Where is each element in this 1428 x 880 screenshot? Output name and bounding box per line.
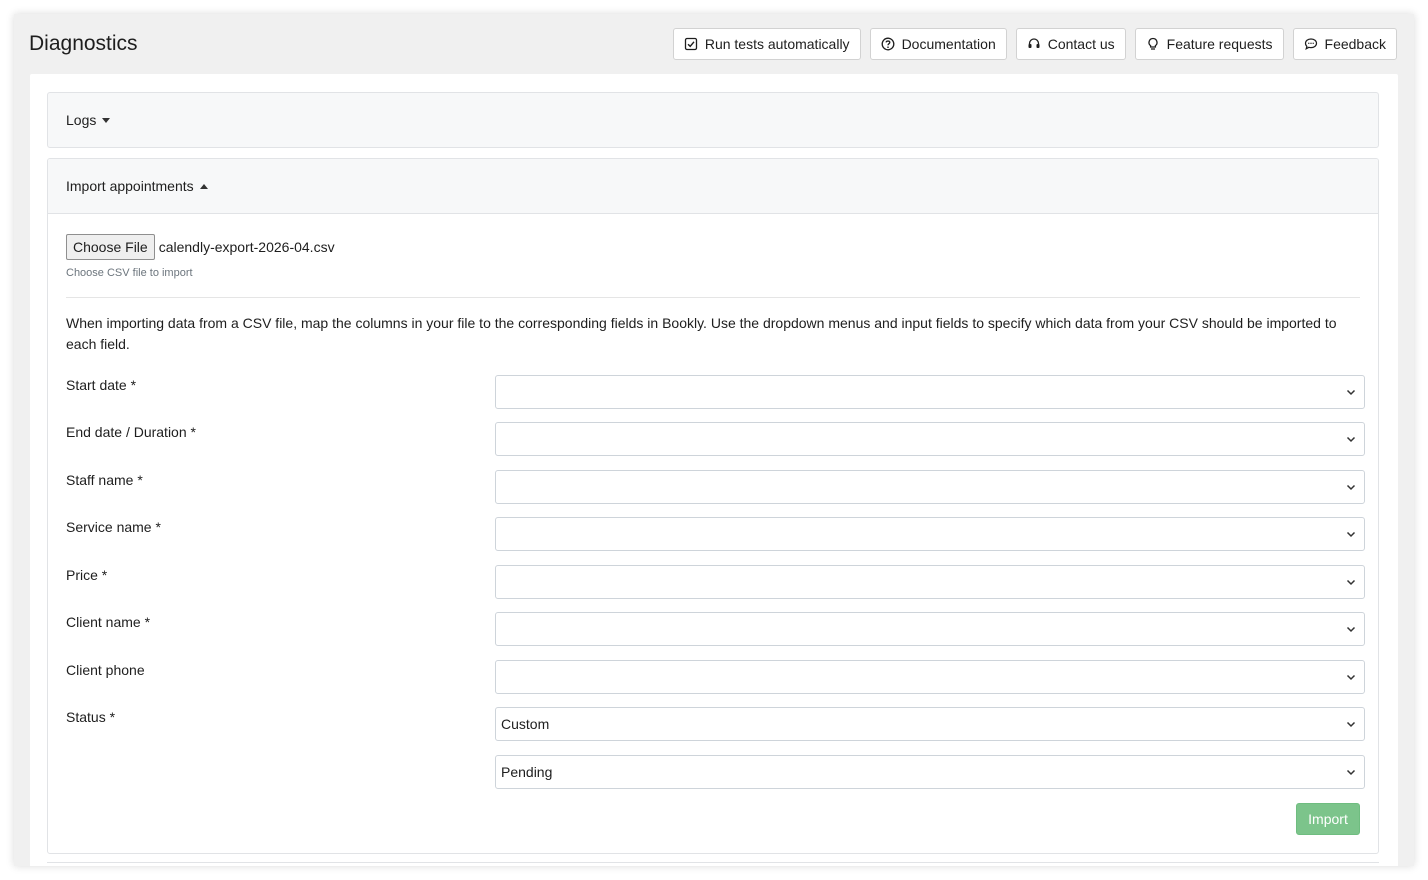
documentation-label: Documentation xyxy=(901,36,996,52)
chevron-down-icon xyxy=(1346,769,1356,776)
contact-us-button[interactable]: Contact us xyxy=(1015,28,1126,60)
end-date-label: End date / Duration * xyxy=(66,424,196,440)
run-tests-button[interactable]: Run tests automatically xyxy=(672,28,861,60)
caret-down-icon xyxy=(102,117,111,123)
main-content: Logs Import appointments Choose File cal… xyxy=(30,74,1398,866)
question-circle-icon xyxy=(881,37,895,51)
import-description: When importing data from a CSV file, map… xyxy=(66,315,1337,352)
client-phone-select[interactable] xyxy=(495,660,1365,694)
lightbulb-icon xyxy=(1148,37,1158,50)
selected-file-name: calendly-export-2026-04.csv xyxy=(158,239,335,255)
status-custom-value: Pending xyxy=(501,764,553,780)
feature-requests-button[interactable]: Feature requests xyxy=(1134,28,1284,60)
feedback-button[interactable]: Feedback xyxy=(1292,28,1397,60)
chevron-down-icon xyxy=(1346,531,1356,538)
run-tests-label: Run tests automatically xyxy=(704,36,850,52)
service-name-select[interactable] xyxy=(495,517,1365,551)
status-custom-select[interactable]: Pending xyxy=(495,755,1365,789)
chevron-down-icon xyxy=(1346,674,1356,681)
documentation-button[interactable]: Documentation xyxy=(869,28,1007,60)
import-panel-toggle[interactable]: Import appointments xyxy=(48,159,1378,214)
page-title: Diagnostics xyxy=(29,32,138,55)
staff-name-select[interactable] xyxy=(495,470,1365,504)
import-appointments-panel: Import appointments Choose File calendly… xyxy=(47,158,1379,854)
service-name-label: Service name * xyxy=(66,519,161,535)
price-label: Price * xyxy=(66,567,108,583)
next-panel-edge xyxy=(47,862,1379,863)
start-date-label: Start date * xyxy=(66,377,137,393)
client-name-select[interactable] xyxy=(495,612,1365,646)
file-help-text: Choose CSV file to import xyxy=(66,267,193,279)
chevron-down-icon xyxy=(1346,721,1356,728)
chevron-down-icon xyxy=(1346,436,1356,443)
end-date-select[interactable] xyxy=(495,422,1365,456)
status-label: Status * xyxy=(66,709,116,725)
app-window: Diagnostics Run tests automatically Docu… xyxy=(14,14,1414,866)
status-value: Custom xyxy=(501,716,550,732)
client-name-label: Client name * xyxy=(66,614,151,630)
chevron-down-icon xyxy=(1346,389,1356,396)
file-input-row: Choose File calendly-export-2026-04.csv xyxy=(66,234,335,260)
header-toolbar: Run tests automatically Documentation Co… xyxy=(672,28,1397,60)
status-select[interactable]: Custom xyxy=(495,707,1365,741)
chat-bubble-icon xyxy=(1304,38,1317,51)
choose-file-button[interactable]: Choose File xyxy=(66,234,155,260)
price-select[interactable] xyxy=(495,565,1365,599)
feedback-label: Feedback xyxy=(1324,36,1386,52)
caret-up-icon xyxy=(199,183,208,189)
logs-panel-toggle[interactable]: Logs xyxy=(47,92,1379,148)
chevron-down-icon xyxy=(1346,579,1356,586)
import-button[interactable]: Import xyxy=(1296,803,1360,835)
contact-us-label: Contact us xyxy=(1047,36,1115,52)
chevron-down-icon xyxy=(1346,484,1356,491)
staff-name-label: Staff name * xyxy=(66,472,143,488)
import-panel-title: Import appointments xyxy=(66,178,194,194)
checkbox-icon xyxy=(684,37,697,51)
headset-icon xyxy=(1028,38,1040,48)
start-date-select[interactable] xyxy=(495,375,1365,409)
logs-panel-title: Logs xyxy=(66,112,97,128)
chevron-down-icon xyxy=(1346,626,1356,633)
feature-requests-label: Feature requests xyxy=(1166,36,1273,52)
client-phone-label: Client phone xyxy=(66,662,145,678)
divider xyxy=(66,297,1360,298)
